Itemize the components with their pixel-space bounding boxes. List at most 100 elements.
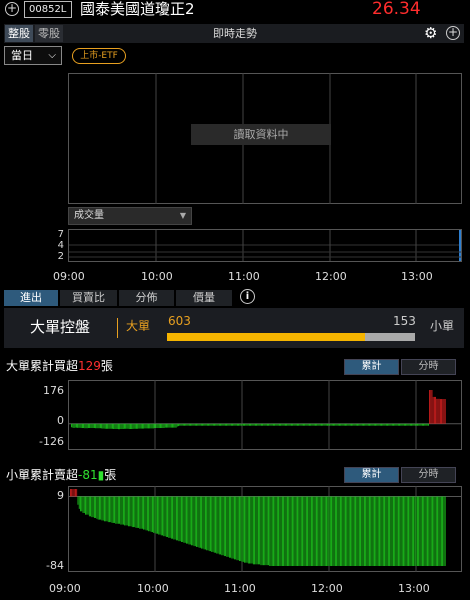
small-order-bar [199,496,201,548]
big-order-bar [178,423,179,427]
big-order-bar [393,423,394,426]
big-order-bar [435,396,436,424]
small-order-bar [424,496,426,566]
big-order-bar [305,423,307,426]
big-order-bar [206,423,208,426]
big-order-bar [221,423,223,426]
big-order-bar [155,423,157,429]
small-order-bar [379,496,380,566]
volume-tick: 4 [57,240,64,251]
small-order-bar [155,496,157,534]
small-order-bar [440,496,442,566]
big-order-bar [375,423,376,426]
big-order-bar [90,423,92,429]
small-order-interval-toggle[interactable]: 分時 [401,467,456,483]
small-order-bar [381,496,383,566]
big-order-bar [318,423,320,426]
big-order-bar [411,423,412,426]
big-order-unit: 張 [100,359,113,373]
small-order-bar [420,496,422,566]
tab-price-volume[interactable]: 價量 [176,290,232,306]
small-order-bar [410,496,412,566]
small-order-bar [307,496,309,566]
big-order-bar [319,423,321,426]
big-order-bar [382,423,384,426]
big-order-bar [158,423,160,429]
big-order-bar [401,423,403,426]
big-order-bar [242,423,244,426]
tab-in-out[interactable]: 進出 [4,290,58,306]
big-order-title-text: 大單累計買超 [6,359,79,373]
big-order-bar [82,423,83,429]
big-order-cumulative-toggle[interactable]: 累計 [344,359,399,375]
small-order-bar [400,496,402,566]
big-order-interval-toggle[interactable]: 分時 [401,359,456,375]
small-order-bar [342,496,344,566]
volume-select-label: 成交量 [74,210,104,221]
small-order-bar [290,496,292,566]
small-order-bar [99,496,100,520]
info-icon[interactable]: i [240,289,255,304]
small-order-bar [326,496,327,566]
big-order-bar [228,423,230,426]
big-order-bar [143,423,145,429]
big-order-bar [421,423,423,426]
big-order-bar [268,423,270,426]
big-order-bar [275,423,277,426]
small-order-bar [345,496,346,566]
big-order-bar [340,423,342,426]
big-order-bar [288,423,290,426]
small-order-bar [435,496,437,566]
small-order-bar [144,496,146,530]
small-order-bar [254,496,256,565]
small-order-bar [384,496,385,566]
small-order-bar [419,496,421,566]
big-order-bar [121,423,123,429]
small-order-cumulative-toggle[interactable]: 累計 [344,467,399,483]
small-order-bar [334,496,336,566]
big-order-bar [409,423,411,426]
big-order-bar [184,423,185,426]
small-order-bar [83,496,85,514]
time-axis-label: 10:00 [141,270,173,283]
big-order-bar [120,423,122,429]
big-order-bar [73,423,75,429]
tab-buy-sell-ratio[interactable]: 買賣比 [60,290,117,306]
big-order-bar [281,423,283,426]
big-order-bar [253,423,255,426]
big-order-bar [414,423,416,426]
small-order-bar [228,496,230,558]
small-order-bar [77,496,79,505]
big-order-bar [239,423,241,426]
small-order-bar [401,496,403,566]
big-order-y-label: 0 [57,414,64,427]
small-order-bar [318,496,320,566]
big-order-bar [265,423,267,426]
small-order-bar [430,496,432,566]
small-order-bar [212,496,214,552]
small-order-bar [338,496,340,566]
big-order-bar [148,423,149,429]
big-order-bar [101,423,103,429]
big-order-bar [212,423,214,426]
small-order-bar [221,496,223,556]
small-order-bar [179,496,181,542]
big-order-bar [256,423,257,426]
big-order-bar [442,399,444,424]
small-order-bar [347,496,349,566]
small-order-bar [249,496,250,564]
small-order-bar [316,496,317,566]
small-order-bar [141,496,143,529]
tab-distribution[interactable]: 分佈 [119,290,174,306]
big-order-bar [280,423,282,426]
big-order-bar [150,423,152,429]
big-order-bar [146,423,148,429]
big-order-bar [116,423,118,429]
small-order-bar [138,496,139,528]
small-order-bar [438,496,440,566]
big-order-bar [432,396,434,424]
small-order-bar [377,496,379,566]
small-order-bar [374,496,375,566]
big-order-bar [294,423,296,426]
volume-indicator-select[interactable]: 成交量 ▼ [68,207,192,225]
